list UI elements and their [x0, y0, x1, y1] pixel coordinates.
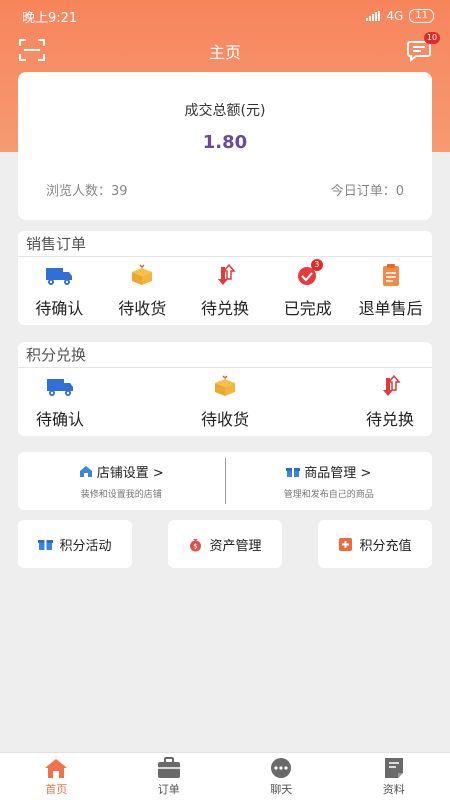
app-header: 主页 10: [0, 32, 450, 70]
sales-pending-confirm[interactable]: 待确认: [18, 263, 101, 319]
total-amount: 1.80: [202, 132, 248, 153]
section-title: 积分兑换: [18, 342, 432, 368]
document-icon: [384, 757, 403, 778]
tab-label: 资料: [382, 782, 405, 796]
points-exchange-section: 积分兑换 待确认 待收货 待兑换: [18, 342, 432, 436]
bottom-tab-bar: 首页 订单 聊天 资料: [0, 752, 450, 800]
cell-label: 待收货: [200, 410, 249, 429]
home-icon: [45, 758, 68, 778]
package-icon: [132, 264, 153, 285]
tab-label: 订单: [157, 782, 180, 796]
status-indicators: 4G 11: [366, 9, 434, 23]
scan-icon[interactable]: [18, 38, 46, 62]
network-type: 4G: [386, 9, 404, 23]
gift-box-icon: [286, 468, 301, 477]
goods-management-title: 商品管理 >: [286, 462, 371, 481]
exchange-arrows-icon: [382, 374, 401, 396]
points-exchange-grid: 待确认 待收货 待兑换: [18, 368, 432, 436]
goods-management-subtitle: 管理和发布自己的商品: [283, 490, 374, 500]
briefcase-icon: [157, 756, 180, 778]
gift-icon: [38, 540, 54, 550]
tab-profile[interactable]: 资料: [338, 753, 450, 800]
sales-completed[interactable]: 3 已完成: [266, 259, 349, 319]
plus-box-icon: [339, 537, 353, 551]
cell-label: 待确认: [36, 410, 85, 429]
section-title: 销售订单: [18, 231, 432, 257]
goods-management-entry[interactable]: 商品管理 > 管理和发布自己的商品: [226, 452, 433, 510]
tab-label: 首页: [45, 782, 68, 796]
management-card: 店铺设置 > 装修和设置我的店铺 商品管理 > 管理和发布自己的商品: [18, 452, 432, 510]
page-title: 主页: [208, 43, 241, 62]
battery-level: 11: [409, 9, 434, 23]
tab-orders[interactable]: 订单: [113, 753, 226, 800]
store-settings-label: 店铺设置 >: [96, 466, 164, 481]
goods-management-label: 商品管理 >: [304, 466, 372, 481]
cell-label: 退单售后: [358, 299, 423, 318]
summary-title: 成交总额(元): [184, 103, 266, 119]
cell-label: 待兑换: [200, 299, 249, 318]
views-count: 浏览人数：39: [46, 184, 128, 199]
quick-label: 积分活动: [59, 538, 112, 554]
exchange-arrows-icon: [217, 263, 236, 285]
points-pending-confirm[interactable]: 待确认: [36, 374, 84, 430]
sales-pending-receive[interactable]: 待收货: [101, 263, 184, 319]
asset-management-button[interactable]: $ 资产管理: [168, 520, 282, 568]
clipboard-icon: [382, 264, 399, 286]
summary-card: 成交总额(元) 1.80 浏览人数：39 今日订单：0: [18, 72, 432, 220]
quick-label: 积分充值: [359, 538, 412, 554]
points-recharge-button[interactable]: 积分充值: [318, 520, 432, 568]
svg-text:$: $: [194, 542, 198, 550]
quick-label: 资产管理: [209, 538, 262, 554]
store-settings-subtitle: 装修和设置我的店铺: [80, 490, 162, 500]
status-bar: 晚上9:21 4G 11: [0, 0, 450, 32]
sales-orders-section: 销售订单 待确认 待收货 待兑换 3 已完成 退单售后: [18, 231, 432, 325]
store-settings-entry[interactable]: 店铺设置 > 装修和设置我的店铺: [18, 452, 225, 510]
check-circle-wrap: 3: [293, 259, 323, 287]
tab-chat[interactable]: 聊天: [225, 753, 338, 800]
package-icon: [214, 375, 235, 396]
tab-label: 聊天: [270, 782, 293, 796]
cell-label: 已完成: [283, 299, 332, 318]
tab-home[interactable]: 首页: [0, 753, 113, 800]
status-time: 晚上9:21: [22, 10, 78, 26]
truck-icon: [46, 268, 73, 285]
money-bag-icon: $: [190, 538, 202, 551]
points-pending-exchange[interactable]: 待兑换: [366, 374, 414, 430]
message-badge: 10: [424, 32, 440, 44]
sales-orders-grid: 待确认 待收货 待兑换 3 已完成 退单售后: [18, 257, 432, 325]
today-orders: 今日订单：0: [330, 184, 404, 199]
completed-badge: 3: [310, 259, 323, 271]
store-settings-title: 店铺设置 >: [79, 462, 164, 481]
chat-icon: [271, 757, 292, 778]
truck-icon: [47, 379, 73, 396]
sales-pending-exchange[interactable]: 待兑换: [184, 263, 267, 319]
cell-label: 待兑换: [365, 410, 414, 429]
points-activity-button[interactable]: 积分活动: [18, 520, 132, 568]
summary-stats: 浏览人数：39 今日订单：0: [46, 180, 404, 199]
cell-label: 待收货: [118, 299, 167, 318]
sales-refund-aftersale[interactable]: 退单售后: [349, 263, 432, 319]
store-icon: [79, 466, 92, 477]
points-pending-receive[interactable]: 待收货: [201, 374, 249, 430]
signal-icon: [366, 11, 381, 21]
cell-label: 待确认: [35, 299, 84, 318]
